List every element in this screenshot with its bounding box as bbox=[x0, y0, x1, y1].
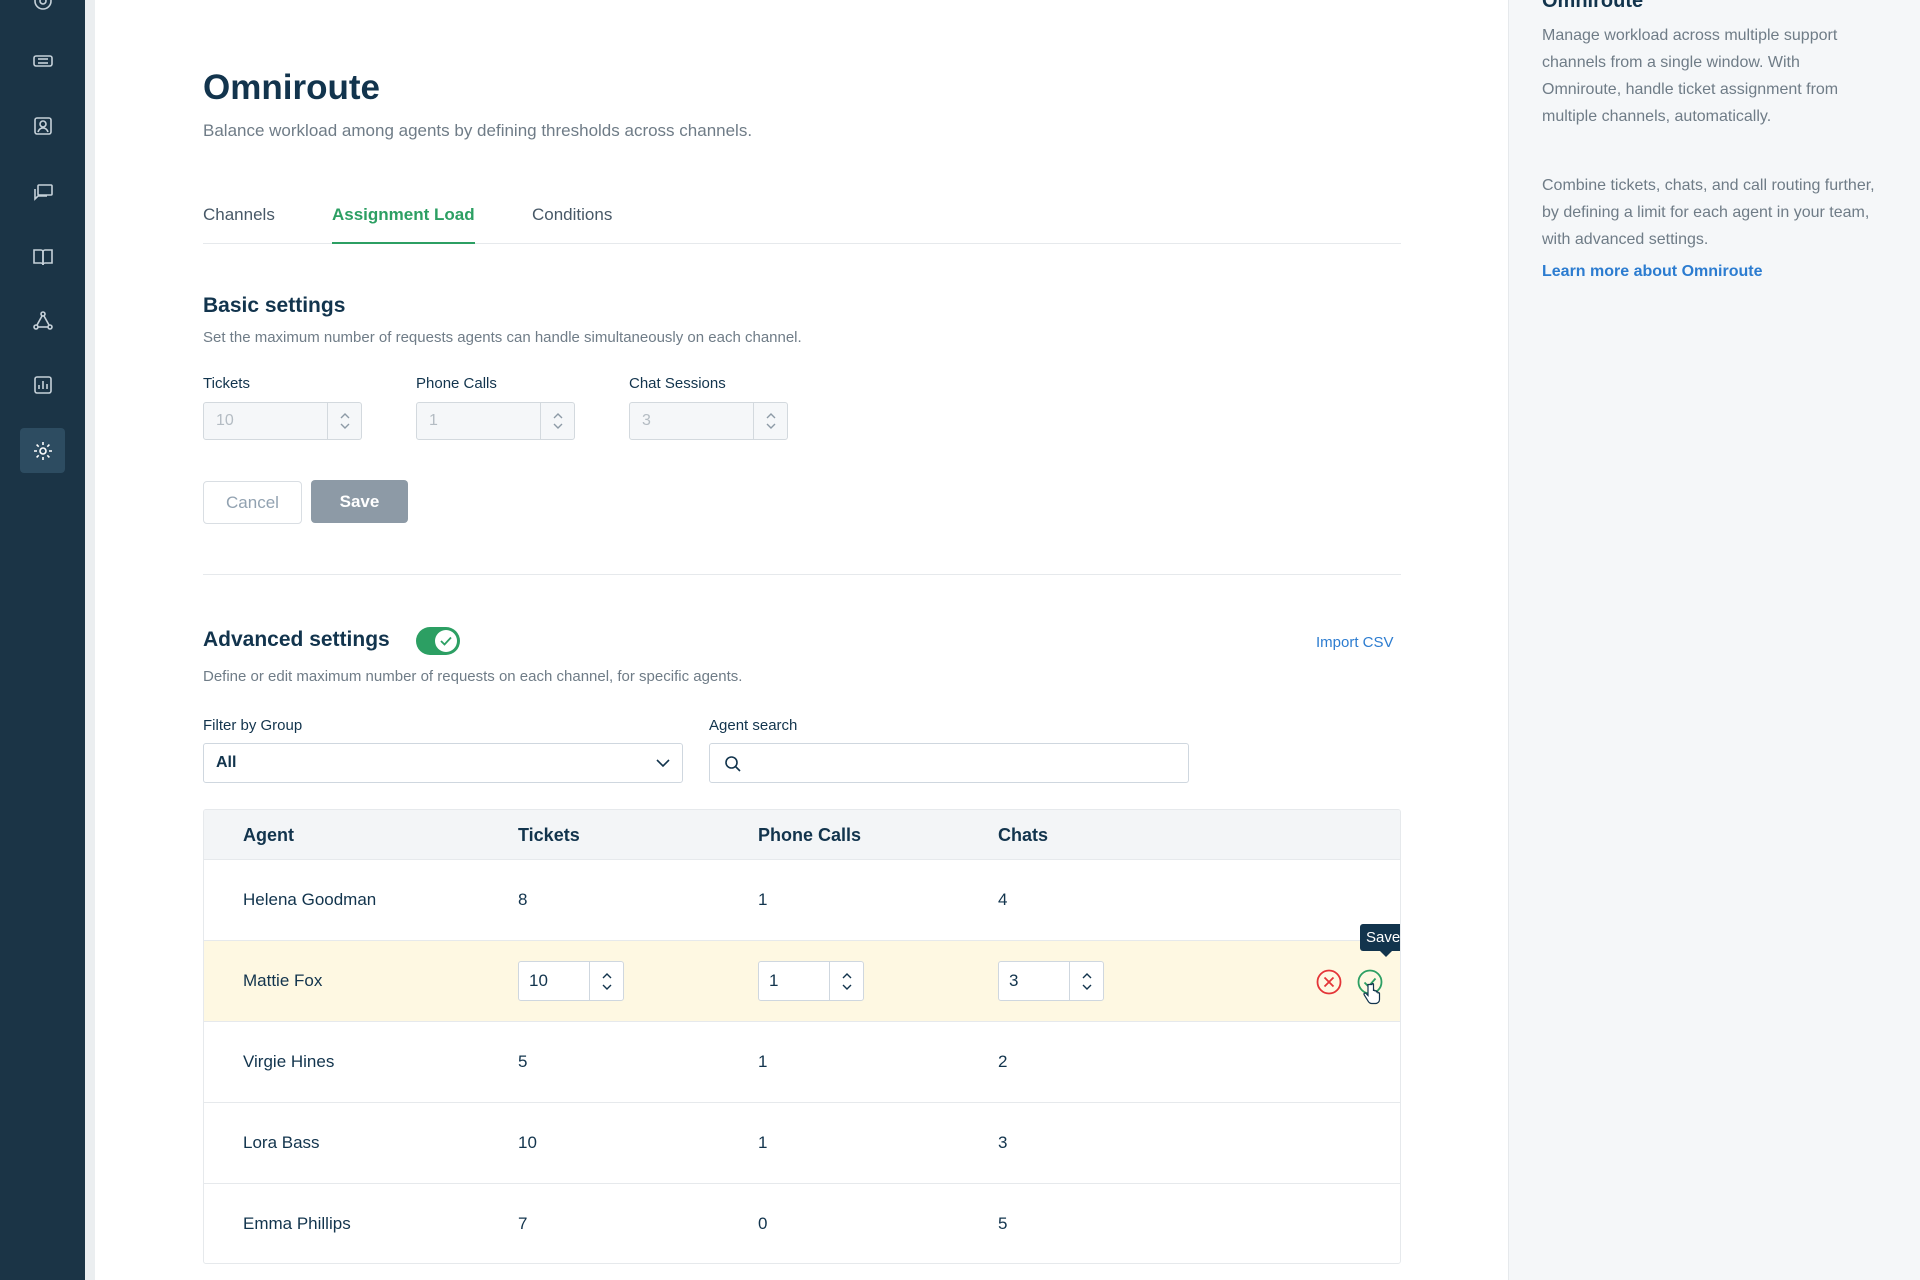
column-agent: Agent bbox=[243, 825, 294, 845]
tickets-cell: 8 bbox=[518, 890, 528, 909]
ticket-icon[interactable] bbox=[20, 38, 65, 83]
table-header: Agent Tickets Phone Calls Chats bbox=[204, 810, 1400, 859]
home-icon[interactable] bbox=[20, 0, 65, 23]
filter-group-label: Filter by Group bbox=[203, 717, 303, 734]
learn-more-link[interactable]: Learn more about Omniroute bbox=[1542, 263, 1762, 281]
table-row-editing[interactable]: Mattie Fox 10 1 3 Save bbox=[204, 924, 1400, 1021]
chevron-up-icon[interactable] bbox=[766, 412, 776, 419]
chats-cell: 4 bbox=[998, 890, 1008, 909]
column-chats: Chats bbox=[998, 825, 1049, 845]
chevron-down-icon[interactable] bbox=[842, 984, 852, 991]
page-subtitle: Balance workload among agents by definin… bbox=[203, 121, 753, 140]
agent-name: Virgie Hines bbox=[243, 1052, 335, 1071]
table-row[interactable]: Helena Goodman 8 1 4 bbox=[204, 859, 1400, 940]
save-tooltip: Save bbox=[1360, 924, 1400, 957]
section-divider bbox=[203, 574, 1401, 575]
save-button[interactable]: Save bbox=[311, 480, 408, 523]
main-content: Omniroute Balance workload among agents … bbox=[203, 0, 1401, 1280]
tickets-cell: 10 bbox=[518, 1133, 537, 1152]
phone-calls-value: 1 bbox=[429, 412, 438, 429]
import-csv-link[interactable]: Import CSV bbox=[1316, 634, 1394, 651]
agent-name: Emma Phillips bbox=[243, 1214, 351, 1233]
chevron-down-icon[interactable] bbox=[766, 423, 776, 430]
table-row[interactable]: Emma Phillips 7 0 5 bbox=[204, 1183, 1400, 1263]
page-title: Omniroute bbox=[203, 68, 380, 107]
network-icon[interactable] bbox=[20, 298, 65, 343]
tickets-stepper[interactable]: 10 bbox=[203, 402, 362, 440]
agent-name: Mattie Fox bbox=[243, 971, 323, 990]
chats-input-value: 3 bbox=[1009, 971, 1019, 990]
agent-search-input[interactable] bbox=[709, 743, 1189, 783]
chevron-down-icon bbox=[656, 759, 670, 768]
help-paragraph-2: Combine tickets, chats, and call routing… bbox=[1542, 177, 1875, 248]
chat-sessions-stepper[interactable]: 3 bbox=[629, 402, 788, 440]
chevron-up-icon[interactable] bbox=[340, 412, 350, 419]
agent-name: Helena Goodman bbox=[243, 890, 377, 909]
advanced-settings-title: Advanced settings bbox=[203, 628, 390, 651]
agent-name: Lora Bass bbox=[243, 1133, 320, 1152]
phone-calls-cell: 1 bbox=[758, 1133, 768, 1152]
contact-icon[interactable] bbox=[20, 103, 65, 148]
help-paragraph-1: Manage workload across multiple support … bbox=[1542, 27, 1839, 125]
phone-calls-label: Phone Calls bbox=[416, 375, 497, 392]
basic-settings-title: Basic settings bbox=[203, 294, 346, 317]
report-icon[interactable] bbox=[20, 362, 65, 407]
tab-assignment-load[interactable]: Assignment Load bbox=[332, 205, 475, 244]
tab-conditions[interactable]: Conditions bbox=[532, 205, 612, 244]
chats-cell: 2 bbox=[998, 1052, 1008, 1071]
phone-calls-cell: 1 bbox=[758, 890, 768, 909]
left-nav bbox=[0, 0, 85, 1280]
phone-calls-cell: 1 bbox=[758, 1052, 768, 1071]
chevron-down-icon[interactable] bbox=[553, 423, 563, 430]
chevron-up-icon[interactable] bbox=[553, 412, 563, 419]
tickets-cell: 7 bbox=[518, 1214, 528, 1233]
chat-icon[interactable] bbox=[20, 170, 65, 215]
chats-stepper-input[interactable]: 3 bbox=[998, 961, 1104, 1001]
tab-channels[interactable]: Channels bbox=[203, 205, 275, 244]
help-panel: Omniroute Manage workload across multipl… bbox=[1508, 0, 1920, 1280]
column-tickets: Tickets bbox=[518, 825, 580, 845]
tickets-value: 10 bbox=[216, 412, 234, 429]
chevron-down-icon[interactable] bbox=[602, 984, 612, 991]
chevron-down-icon[interactable] bbox=[1082, 984, 1092, 991]
chevron-up-icon[interactable] bbox=[1082, 972, 1092, 979]
filter-group-select[interactable]: All bbox=[203, 743, 683, 783]
tickets-label: Tickets bbox=[203, 375, 250, 392]
phone-calls-stepper-input[interactable]: 1 bbox=[758, 961, 864, 1001]
table-row[interactable]: Virgie Hines 5 1 2 bbox=[204, 1021, 1400, 1102]
table-row[interactable]: Lora Bass 10 1 3 bbox=[204, 1102, 1400, 1183]
check-icon bbox=[440, 636, 452, 646]
filter-group-value: All bbox=[216, 754, 237, 771]
chat-sessions-value: 3 bbox=[642, 412, 651, 429]
advanced-settings-description: Define or edit maximum number of request… bbox=[203, 668, 743, 685]
chevron-down-icon[interactable] bbox=[340, 423, 350, 430]
tab-bar: Channels Assignment Load Conditions bbox=[203, 205, 1401, 244]
phone-calls-cell: 0 bbox=[758, 1214, 768, 1233]
search-icon bbox=[725, 756, 741, 772]
cancel-button[interactable]: Cancel bbox=[203, 481, 302, 524]
tickets-cell: 5 bbox=[518, 1052, 528, 1071]
book-icon[interactable] bbox=[20, 234, 65, 279]
hand-cursor-icon bbox=[1363, 982, 1381, 1005]
help-title: Omniroute bbox=[1542, 0, 1644, 12]
nav-divider bbox=[85, 0, 95, 1280]
chats-cell: 3 bbox=[998, 1133, 1008, 1152]
phone-calls-stepper[interactable]: 1 bbox=[416, 402, 575, 440]
tickets-input-value: 10 bbox=[529, 971, 548, 990]
cancel-edit-icon[interactable] bbox=[1316, 969, 1342, 995]
chevron-up-icon[interactable] bbox=[842, 972, 852, 979]
agents-table: Agent Tickets Phone Calls Chats Helena G… bbox=[203, 809, 1401, 1264]
advanced-settings-toggle[interactable] bbox=[416, 627, 460, 655]
phone-calls-input-value: 1 bbox=[769, 971, 779, 990]
basic-settings-description: Set the maximum number of requests agent… bbox=[203, 329, 802, 346]
tickets-stepper-input[interactable]: 10 bbox=[518, 961, 624, 1001]
chat-sessions-label: Chat Sessions bbox=[629, 375, 726, 392]
column-phone-calls: Phone Calls bbox=[758, 825, 862, 845]
agent-search-label: Agent search bbox=[709, 717, 798, 734]
chevron-up-icon[interactable] bbox=[602, 972, 612, 979]
chats-cell: 5 bbox=[998, 1214, 1008, 1233]
gear-icon[interactable] bbox=[20, 428, 65, 473]
